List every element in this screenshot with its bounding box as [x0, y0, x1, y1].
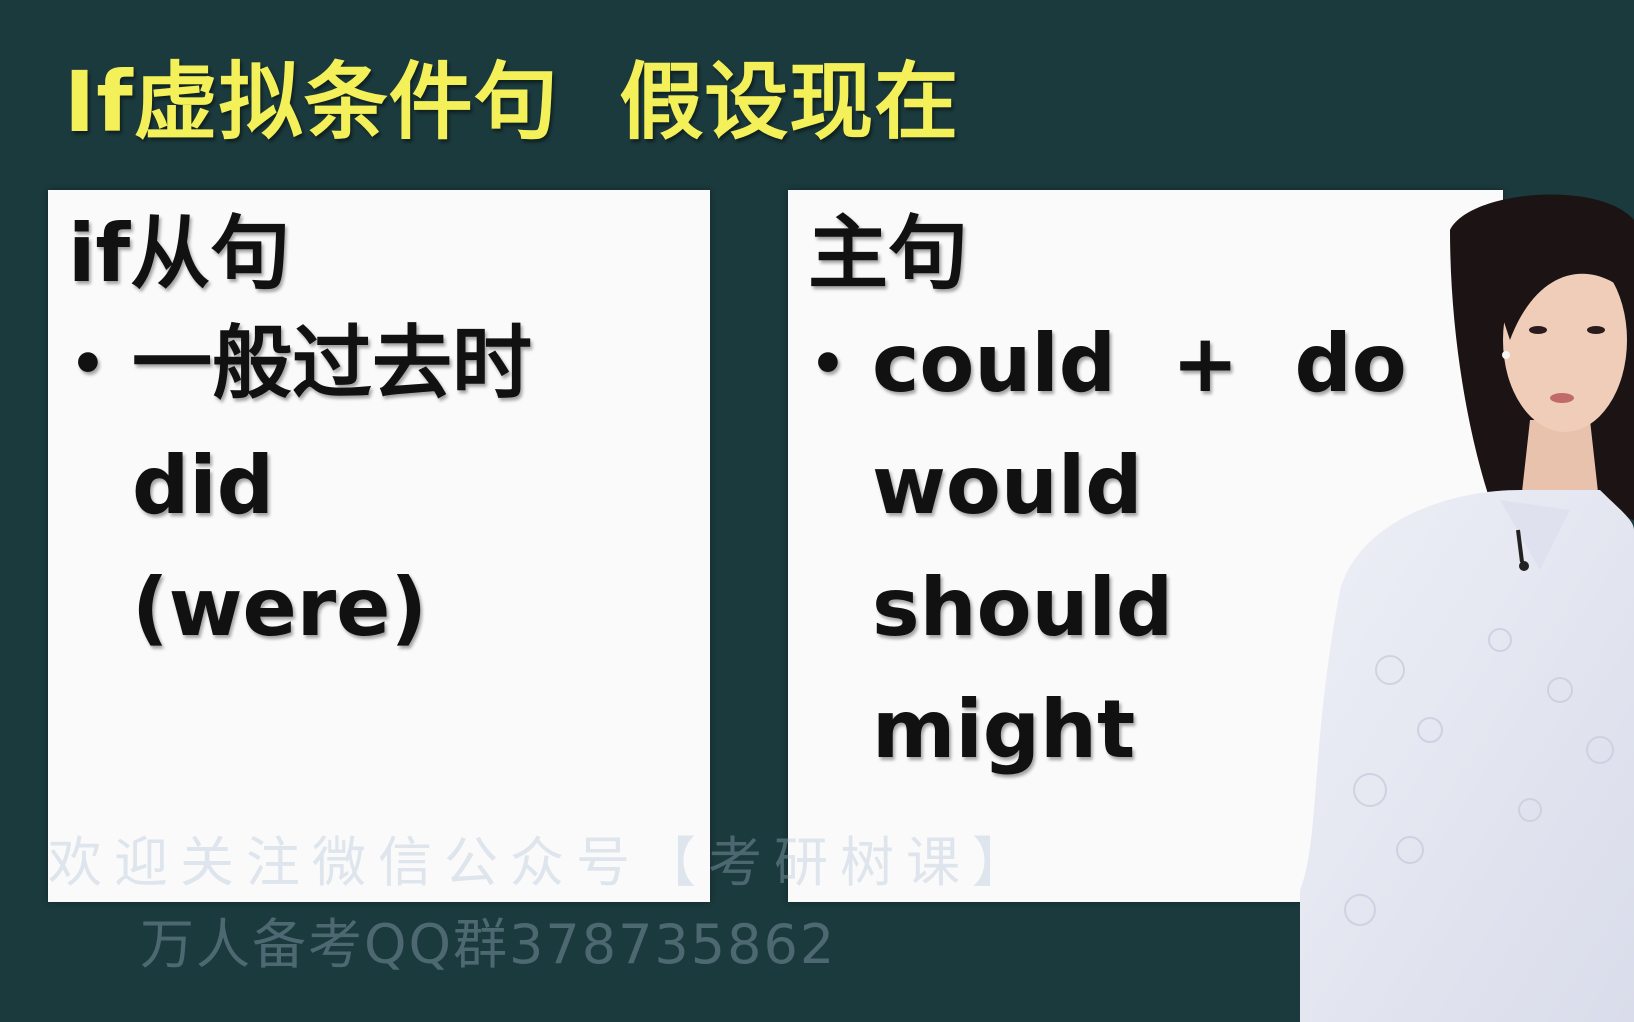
- if-clause-panel: if从句 • 一般过去时 did (were): [48, 190, 710, 902]
- main-clause-modal-would: would: [872, 439, 1143, 532]
- if-clause-be-form: (were): [132, 561, 427, 654]
- watermark-wechat: 欢迎关注微信公众号【考研树课】: [48, 831, 1038, 894]
- main-clause-modal-might: might: [872, 683, 1136, 776]
- presenter-image: [1300, 194, 1634, 1022]
- if-clause-verb-form: did: [132, 439, 274, 532]
- main-clause-modal-should: should: [872, 561, 1174, 654]
- slide-title: If虚拟条件句 假设现在: [64, 53, 960, 151]
- if-clause-heading: if从句: [68, 207, 291, 300]
- if-clause-tense: 一般过去时: [132, 317, 532, 410]
- main-clause-heading: 主句: [808, 207, 968, 300]
- bullet-icon: •: [70, 332, 106, 397]
- watermark-qq-group: 万人备考QQ群378735862: [140, 913, 837, 976]
- bullet-icon: •: [810, 332, 846, 397]
